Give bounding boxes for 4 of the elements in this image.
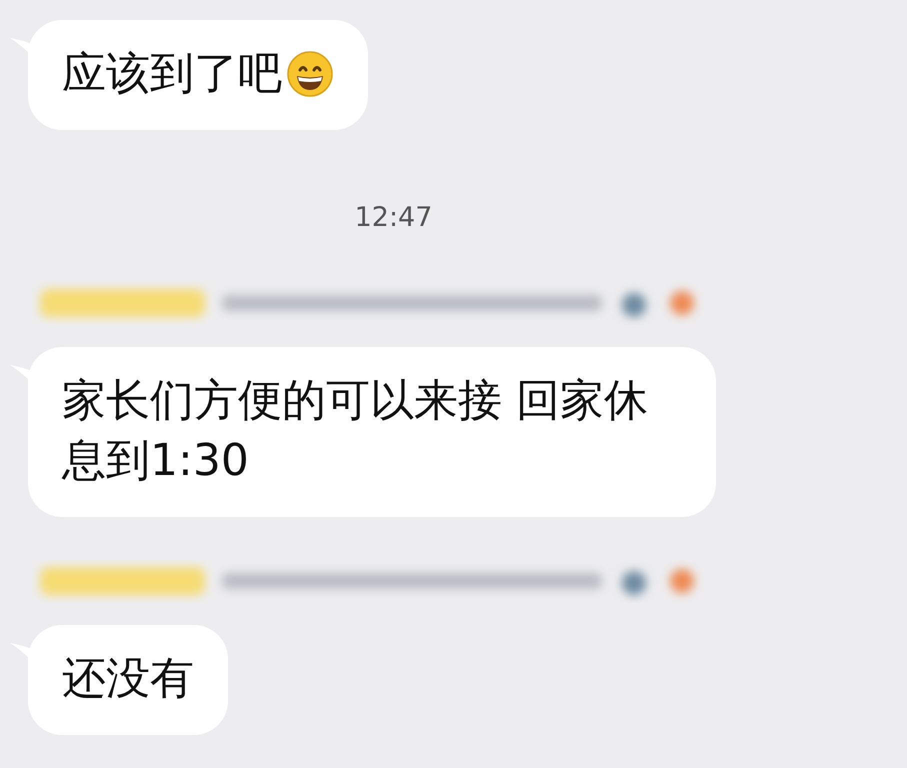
- timestamp: 12:47: [354, 201, 432, 235]
- message-text: 家长们方便的可以来接 回家休息到1:30: [62, 374, 649, 488]
- message-text: 还没有: [62, 652, 194, 706]
- message-text: 应该到了吧: [62, 47, 282, 101]
